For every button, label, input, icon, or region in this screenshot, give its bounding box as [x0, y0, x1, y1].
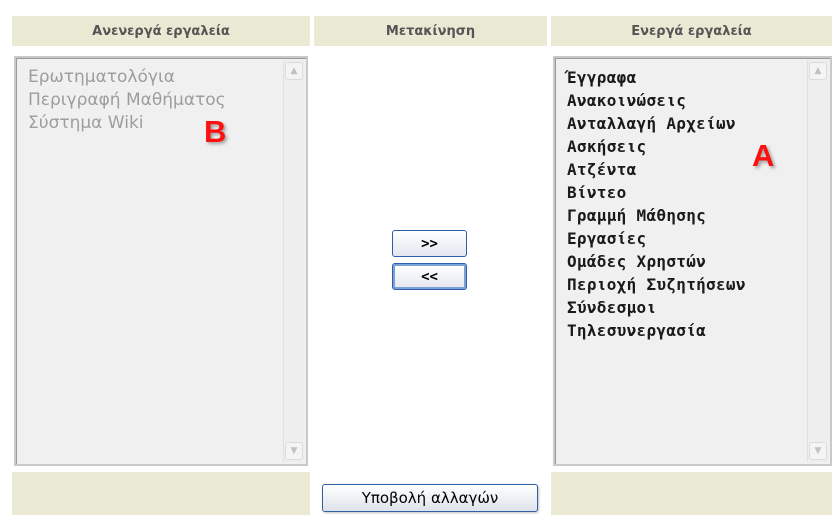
move-header: Μετακίνηση [314, 16, 547, 46]
chevron-down-icon[interactable]: ▼ [809, 442, 827, 460]
inactive-tool-item[interactable]: Περιγραφή Μαθήματος [28, 89, 276, 112]
active-tools-listbox[interactable]: Έγγραφα Ανακοινώσεις Ανταλλαγή Αρχείων Α… [553, 56, 832, 466]
inactive-tool-item[interactable]: Σύστημα Wiki [28, 112, 276, 135]
submit-changes-button[interactable]: Υποβολή αλλαγών [322, 484, 538, 512]
add-tool-button[interactable]: >> [392, 230, 467, 257]
inactive-tools-header: Ανενεργά εργαλεία [12, 16, 310, 46]
active-tool-item[interactable]: Περιοχή Συζητήσεων [567, 273, 800, 296]
chevron-down-icon[interactable]: ▼ [285, 442, 303, 460]
active-tool-item[interactable]: Γραμμή Μάθησης [567, 204, 800, 227]
annotation-label-a: A [752, 138, 775, 173]
chevron-up-icon[interactable]: ▲ [809, 62, 827, 80]
inactive-tool-item[interactable]: Ερωτηματολόγια [28, 66, 276, 89]
annotation-label-b: B [204, 114, 227, 149]
remove-tool-button[interactable]: << [392, 263, 467, 290]
inactive-list-scrollbar[interactable]: ▲ ▼ [283, 60, 304, 462]
active-tool-item[interactable]: Εργασίες [567, 227, 800, 250]
active-tool-item[interactable]: Τηλεσυνεργασία [567, 319, 800, 342]
active-list-scrollbar[interactable]: ▲ ▼ [807, 60, 828, 462]
active-tools-list: Έγγραφα Ανακοινώσεις Ανταλλαγή Αρχείων Α… [567, 66, 800, 342]
active-tool-item[interactable]: Ανακοινώσεις [567, 89, 800, 112]
active-tools-header: Ενεργά εργαλεία [551, 16, 832, 46]
inactive-tools-list: Ερωτηματολόγια Περιγραφή Μαθήματος Σύστη… [28, 66, 276, 135]
chevron-up-icon[interactable]: ▲ [285, 62, 303, 80]
active-tool-item[interactable]: Έγγραφα [567, 66, 800, 89]
active-tool-item[interactable]: Βίντεο [567, 181, 800, 204]
active-tool-item[interactable]: Σύνδεσμοι [567, 296, 800, 319]
active-tool-item[interactable]: Ομάδες Χρηστών [567, 250, 800, 273]
active-tool-item[interactable]: Ανταλλαγή Αρχείων [567, 112, 800, 135]
inactive-tools-listbox[interactable]: Ερωτηματολόγια Περιγραφή Μαθήματος Σύστη… [14, 56, 308, 466]
